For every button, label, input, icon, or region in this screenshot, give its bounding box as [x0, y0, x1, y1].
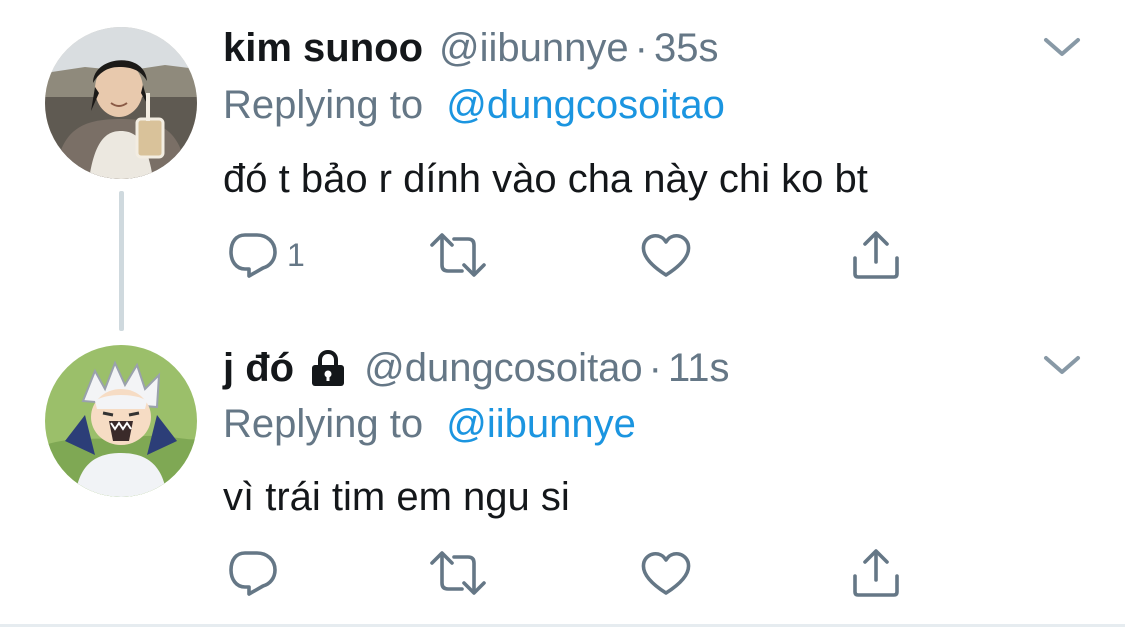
timestamp[interactable]: 11s [668, 343, 730, 393]
tweet-header: kim sunoo @iibunnye · 35s [223, 23, 718, 73]
display-name[interactable]: j đó [223, 343, 294, 393]
tweet[interactable]: j đó @dungcosoitao · 11s Replying to @ii… [0, 310, 1125, 627]
tweet[interactable]: kim sunoo @iibunnye · 35s Replying to @d… [0, 0, 1125, 331]
retweet-icon [430, 551, 486, 595]
reply-count: 1 [287, 237, 305, 273]
handle[interactable]: @dungcosoitao [364, 343, 643, 393]
like-button[interactable] [640, 230, 692, 280]
heart-icon [641, 552, 691, 595]
share-icon [853, 231, 899, 279]
replying-label: Replying to [223, 83, 424, 127]
separator: · [648, 346, 662, 390]
display-name[interactable]: kim sunoo [223, 23, 423, 73]
replying-label: Replying to [223, 402, 424, 446]
replying-to-mention[interactable]: @dungcosoitao [446, 83, 725, 127]
share-button[interactable] [850, 548, 902, 598]
retweet-button[interactable] [428, 548, 488, 598]
share-button[interactable] [850, 230, 902, 280]
avatar[interactable] [45, 345, 197, 497]
tweet-header: j đó @dungcosoitao · 11s [223, 343, 730, 393]
avatar[interactable] [45, 27, 197, 179]
retweet-button[interactable] [428, 230, 488, 280]
reply-button[interactable]: 1 [227, 230, 305, 280]
retweet-icon [430, 233, 486, 277]
tweet-text: đó t bảo r dính vào cha này chi ko bt [223, 157, 868, 201]
chevron-down-icon[interactable] [1040, 350, 1084, 380]
tweet-text: vì trái tim em ngu si [223, 475, 570, 519]
chevron-down-icon[interactable] [1040, 32, 1084, 62]
speech-bubble-icon [229, 233, 277, 278]
reply-button[interactable] [227, 548, 287, 598]
replying-to: Replying to @iibunnye [223, 399, 636, 449]
timestamp[interactable]: 35s [654, 23, 719, 73]
like-button[interactable] [640, 548, 692, 598]
handle[interactable]: @iibunnye [439, 23, 629, 73]
replying-to: Replying to @dungcosoitao [223, 80, 725, 130]
avatar-illustration [45, 345, 197, 497]
heart-icon [641, 234, 691, 277]
avatar-photo [45, 27, 197, 179]
speech-bubble-icon [229, 551, 277, 596]
replying-to-mention[interactable]: @iibunnye [446, 402, 636, 446]
lock-icon [312, 349, 345, 386]
tweet-thread: kim sunoo @iibunnye · 35s Replying to @d… [0, 0, 1125, 627]
share-icon [853, 549, 899, 597]
action-bar: 1 [223, 230, 943, 280]
separator: · [634, 26, 648, 70]
action-bar [223, 548, 943, 598]
